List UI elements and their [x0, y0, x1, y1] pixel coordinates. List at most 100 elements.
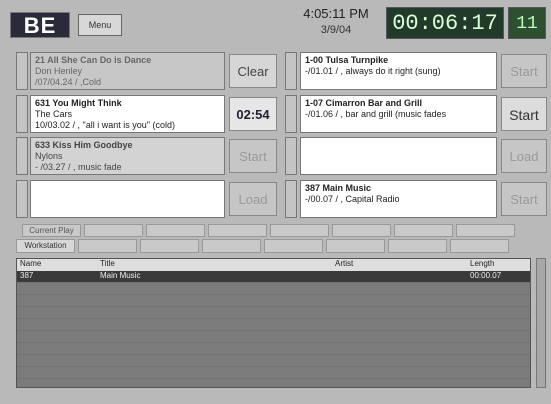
slot-action-button[interactable]: Load: [501, 139, 547, 173]
tab[interactable]: [202, 239, 261, 253]
table-cell: [332, 331, 467, 342]
table-cell: [97, 319, 332, 330]
table-cell: [467, 331, 530, 342]
table-scrollbar[interactable]: [536, 258, 546, 388]
table-row[interactable]: [17, 379, 530, 387]
table-row[interactable]: [17, 343, 530, 355]
slot-indicator[interactable]: [285, 180, 297, 218]
column-header-length[interactable]: Length: [467, 259, 530, 271]
table-cell: [97, 307, 332, 318]
table-cell: [17, 379, 97, 387]
cart-slot-right[interactable]: 387 Main Music -/00.07 / , Capital Radio: [300, 180, 497, 218]
table-cell: [467, 355, 530, 366]
slot-indicator[interactable]: [285, 137, 297, 175]
slot-indicator[interactable]: [285, 95, 297, 133]
slot-text: -/01.06 / , bar and grill (music fades: [305, 109, 447, 119]
table-cell: 387: [20, 271, 34, 280]
slot-indicator[interactable]: [16, 95, 28, 133]
cart-slot-right[interactable]: 1-00 Tulsa Turnpike -/01.01 / , always d…: [300, 52, 497, 90]
table-row[interactable]: [17, 283, 530, 295]
table-cell: [332, 283, 467, 294]
slot-action-button[interactable]: Start: [229, 139, 277, 173]
tab[interactable]: [456, 224, 515, 237]
table-cell: [17, 343, 97, 354]
slot-text: /07/04.24 / ,Cold: [35, 77, 102, 87]
tab[interactable]: [394, 224, 453, 237]
slot-text: 631 You Might Think: [35, 98, 122, 108]
cart-slot-right[interactable]: [300, 137, 497, 175]
cart-slot-left[interactable]: 21 All She Can Do is Dance Don Henley /07…: [30, 52, 225, 90]
table-row[interactable]: 387 Main Music 00:00.07: [17, 271, 530, 283]
slot-text: Nylons: [35, 151, 63, 161]
slot-text: 633 Kiss Him Goodbye: [35, 140, 133, 150]
cart-indicator[interactable]: 11: [508, 7, 546, 39]
slot-text: Don Henley: [35, 66, 83, 76]
tab[interactable]: [140, 239, 199, 253]
tab[interactable]: [332, 224, 391, 237]
table-row[interactable]: [17, 319, 530, 331]
table-cell: [17, 331, 97, 342]
slot-action-button[interactable]: Start: [501, 182, 547, 216]
table-cell: [467, 319, 530, 330]
slot-indicator[interactable]: [16, 52, 28, 90]
table-header: Name Title Artist Length: [17, 259, 530, 271]
cart-slot-left[interactable]: [30, 180, 225, 218]
table-row[interactable]: [17, 307, 530, 319]
column-header-name[interactable]: Name: [17, 259, 97, 271]
table-cell: [467, 343, 530, 354]
table-cell: [467, 367, 530, 378]
table-cell: [332, 343, 467, 354]
countdown-display[interactable]: 02:54: [229, 97, 277, 131]
slot-action-button[interactable]: Start: [501, 97, 547, 131]
slot-text: -/01.01 / , always do it right (sung): [305, 66, 441, 76]
tab[interactable]: Current Play: [22, 224, 81, 237]
table-cell: Main Music: [100, 271, 141, 280]
slot-text: -/00.07 / , Capital Radio: [305, 194, 400, 204]
tab[interactable]: [388, 239, 447, 253]
table-cell: [97, 295, 332, 306]
tab[interactable]: [84, 224, 143, 237]
slot-action-button[interactable]: Clear: [229, 54, 277, 88]
table-cell: 00:00.07: [470, 271, 502, 280]
slot-action-button[interactable]: Load: [229, 182, 277, 216]
table-row[interactable]: [17, 331, 530, 343]
table-cell: [467, 295, 530, 306]
slot-text: 21 All She Can Do is Dance: [35, 55, 152, 65]
table-cell: [97, 367, 332, 378]
slot-text: 1-07 Cimarron Bar and Grill: [305, 98, 423, 108]
cart-slot-right[interactable]: 1-07 Cimarron Bar and Grill -/01.06 / , …: [300, 95, 497, 133]
table-cell: [332, 295, 467, 306]
tab[interactable]: [326, 239, 385, 253]
column-header-title[interactable]: Title: [97, 259, 332, 271]
table-cell: [332, 379, 467, 387]
tab[interactable]: [78, 239, 137, 253]
table-row[interactable]: [17, 367, 530, 379]
table-cell: [332, 271, 467, 282]
column-header-artist[interactable]: Artist: [332, 259, 467, 271]
table-cell: [332, 367, 467, 378]
table-cell: [17, 283, 97, 294]
slot-indicator[interactable]: [16, 137, 28, 175]
table-row[interactable]: [17, 355, 530, 367]
slot-indicator[interactable]: [16, 180, 28, 218]
tab[interactable]: [264, 239, 323, 253]
cart-slot-left[interactable]: 631 You Might Think The Cars 10/03.02 / , …: [30, 95, 225, 133]
table-cell: [17, 319, 97, 330]
table-row[interactable]: [17, 295, 530, 307]
table-cell: [97, 283, 332, 294]
table-cell: [97, 379, 332, 387]
tab[interactable]: [450, 239, 509, 253]
tab[interactable]: [208, 224, 267, 237]
tab-workstation[interactable]: Workstation: [16, 239, 75, 253]
app-logo: BE: [10, 12, 70, 38]
table-cell: [97, 355, 332, 366]
countdown-timer: 00:06:17: [386, 7, 504, 39]
cart-slot-left[interactable]: 633 Kiss Him Goodbye Nylons - /03.27 / , …: [30, 137, 225, 175]
tab[interactable]: [270, 224, 329, 237]
slot-action-button[interactable]: Start: [501, 54, 547, 88]
tab[interactable]: [146, 224, 205, 237]
menu-button[interactable]: Menu: [78, 14, 122, 36]
table-cell: [97, 331, 332, 342]
slot-text: The Cars: [35, 109, 73, 119]
slot-indicator[interactable]: [285, 52, 297, 90]
